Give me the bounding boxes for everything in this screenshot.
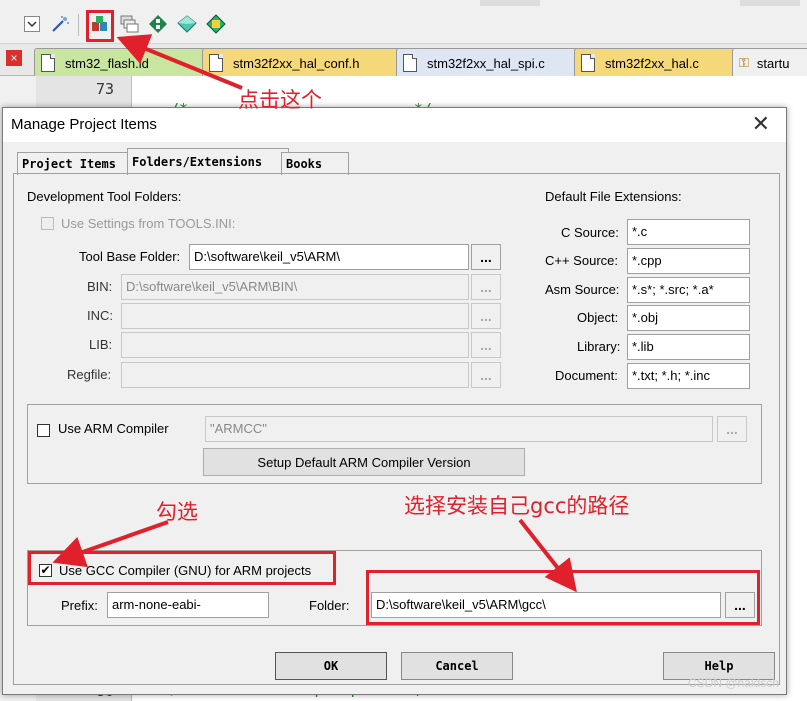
annotation-arrows — [52, 34, 577, 593]
arrow-to-checkbox — [52, 520, 169, 568]
watermark: CSDN @haldsch — [688, 676, 779, 690]
arrow-to-folder — [518, 518, 577, 593]
arrow-to-button — [116, 34, 243, 90]
